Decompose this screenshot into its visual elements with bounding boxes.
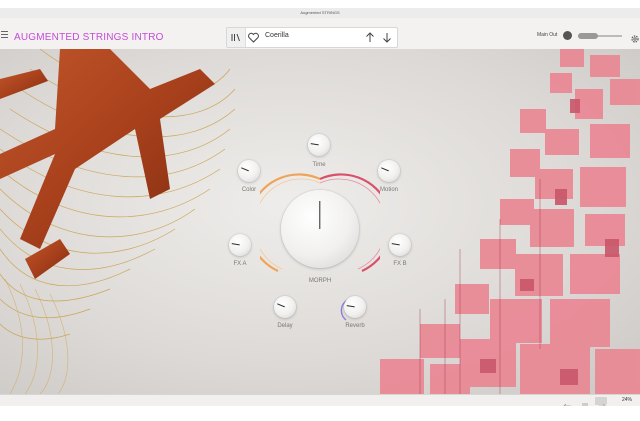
top-toolbar: AUGMENTED STRINGS INTRO Coerilla Main Ou… xyxy=(0,18,640,50)
fx-b-knob[interactable] xyxy=(389,234,411,256)
wood-sculpture-art xyxy=(0,49,236,394)
fx-a-knob-indicator xyxy=(232,243,241,246)
heart-icon[interactable] xyxy=(247,31,260,44)
reverb-label: Reverb xyxy=(345,323,365,329)
fx-b-knob-indicator xyxy=(392,243,401,246)
reverb-knob[interactable] xyxy=(344,296,366,318)
morph-label: MORPH xyxy=(308,278,332,284)
main-out-slider[interactable] xyxy=(578,33,622,39)
library-icon[interactable] xyxy=(227,28,246,47)
reverb-knob-indicator xyxy=(347,305,356,308)
time-label: Time xyxy=(312,162,326,168)
main-out-slider-thumb[interactable] xyxy=(578,33,598,39)
color-knob[interactable] xyxy=(238,160,260,182)
undo-icon[interactable] xyxy=(563,397,573,406)
motion-knob-indicator xyxy=(381,167,390,172)
arrow-up-icon[interactable] xyxy=(365,31,375,44)
zoom-level: 24% xyxy=(622,397,633,403)
crystal-structure-art xyxy=(380,49,640,394)
fx-a-label: FX A xyxy=(233,261,247,267)
preset-name-field[interactable]: Coerilla xyxy=(265,32,289,39)
main-out-label: Main Out xyxy=(537,32,558,38)
preset-browser[interactable]: Coerilla xyxy=(226,27,398,48)
instrument-panel: Time Color Motion FX A FX B Delay Reverb… xyxy=(0,49,640,394)
delay-knob[interactable] xyxy=(274,296,296,318)
time-knob[interactable] xyxy=(308,134,330,156)
morph-knob-indicator xyxy=(319,200,321,229)
arrow-down-icon[interactable] xyxy=(382,31,392,44)
motion-label: Motion xyxy=(379,187,398,193)
delay-knob-indicator xyxy=(277,303,286,308)
app-window: Augmented STRINGS AUGMENTED STRINGS INTR… xyxy=(0,8,640,406)
color-knob-indicator xyxy=(241,167,250,172)
fx-a-knob[interactable] xyxy=(229,234,251,256)
list-icon[interactable] xyxy=(580,397,590,406)
color-label: Color xyxy=(241,187,257,193)
preset-title: AUGMENTED STRINGS INTRO xyxy=(14,32,164,43)
speaker-knob-icon[interactable] xyxy=(563,31,572,40)
redo-icon[interactable] xyxy=(595,397,607,406)
gear-icon[interactable] xyxy=(630,31,640,43)
time-knob-indicator xyxy=(311,143,320,146)
delay-label: Delay xyxy=(277,323,293,329)
motion-knob[interactable] xyxy=(378,160,400,182)
bottom-status-bar: 24% xyxy=(0,394,640,406)
fx-b-label: FX B xyxy=(393,261,407,267)
menu-icon[interactable] xyxy=(1,31,8,40)
morph-knob[interactable] xyxy=(281,190,359,268)
